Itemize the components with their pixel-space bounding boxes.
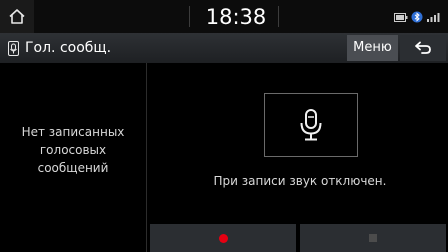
stop-icon	[369, 234, 377, 242]
back-button[interactable]	[400, 35, 446, 61]
clock: 18:38	[205, 5, 267, 29]
bluetooth-icon	[411, 11, 423, 23]
header-title-group: Гол. сообщ.	[8, 33, 111, 63]
empty-list-message: Нет записанных голосовых сообщений	[21, 124, 125, 175]
microphone-icon	[300, 109, 322, 141]
home-button[interactable]	[0, 0, 34, 33]
status-divider-left	[189, 6, 190, 27]
status-icons	[394, 11, 440, 23]
battery-icon	[394, 12, 408, 22]
status-bar: 18:38	[0, 0, 448, 33]
home-icon	[9, 9, 25, 24]
back-arrow-icon	[415, 41, 431, 54]
stop-button[interactable]	[300, 224, 446, 252]
microphone-indicator	[264, 93, 358, 157]
record-icon	[218, 233, 228, 243]
page-title: Гол. сообщ.	[25, 40, 112, 56]
menu-button[interactable]: Меню	[347, 35, 398, 61]
panel-divider	[146, 63, 147, 252]
voice-memo-screen: 18:38 Гол. сообщ. Меню Нет записанных го…	[0, 0, 448, 252]
recordings-list-panel: Нет записанных голосовых сообщений	[0, 63, 146, 252]
signal-icon	[427, 12, 440, 22]
sound-muted-message: При записи звук отключен.	[213, 174, 387, 188]
voice-memo-icon	[8, 40, 19, 56]
status-divider-right	[278, 6, 279, 27]
record-button[interactable]	[150, 224, 296, 252]
